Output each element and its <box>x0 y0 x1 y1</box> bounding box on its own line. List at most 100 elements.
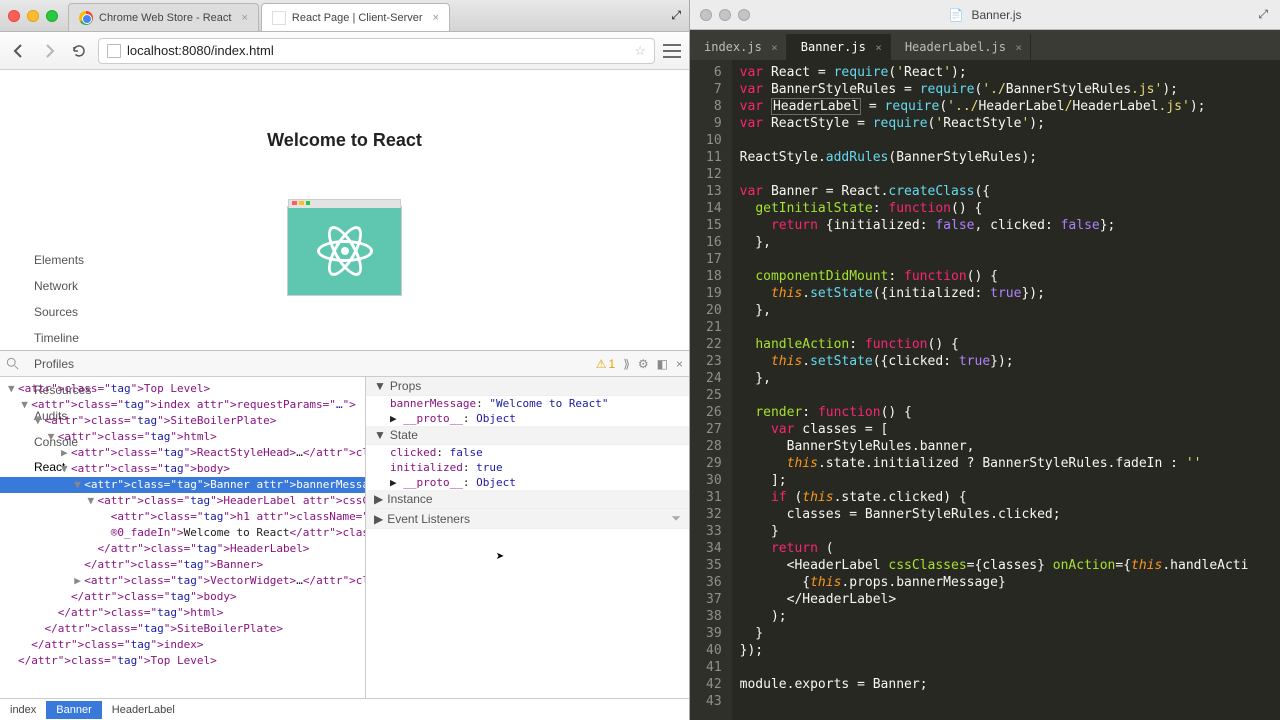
tree-node[interactable]: ▼ <attr">class="tag">index attr">request… <box>0 397 365 413</box>
property-row[interactable]: ▶ __proto__: Object <box>366 411 689 426</box>
editor-tab[interactable]: Banner.js× <box>787 34 891 60</box>
breadcrumb-item[interactable]: Banner <box>46 701 101 719</box>
property-row[interactable]: bannerMessage: "Welcome to React" <box>366 396 689 411</box>
tree-node[interactable]: ▼ <attr">class="tag">Banner attr">banner… <box>0 477 365 493</box>
tree-node[interactable]: </attr">class="tag">index> <box>0 637 365 653</box>
minimize-icon[interactable] <box>27 10 39 22</box>
property-row[interactable]: initialized: true <box>366 460 689 475</box>
dock-icon[interactable]: ◧ <box>657 357 668 371</box>
editor-tabs: index.js×Banner.js×HeaderLabel.js× <box>690 30 1280 60</box>
tree-node[interactable]: </attr">class="tag">SiteBoilerPlate> <box>0 621 365 637</box>
url-input[interactable]: localhost:8080/index.html ☆ <box>98 38 655 64</box>
devtools-tab-profiles[interactable]: Profiles <box>26 351 99 377</box>
react-logo-widget[interactable] <box>287 206 402 296</box>
tree-node[interactable]: ▼ <attr">class="tag">body> <box>0 461 365 477</box>
code-area[interactable]: 6789101112131415161718192021222324252627… <box>690 60 1280 720</box>
editor-tab[interactable]: HeaderLabel.js× <box>891 34 1031 60</box>
devtools-tab-network[interactable]: Network <box>26 273 99 299</box>
filter-icon[interactable]: ⏷ <box>671 511 681 526</box>
tree-node[interactable]: </attr">class="tag">HeaderLabel> <box>0 541 365 557</box>
page-content: Welcome to React <box>0 70 689 350</box>
tree-node[interactable]: </attr">class="tag">Top Level> <box>0 653 365 669</box>
event-listeners-section-header[interactable]: ▶ Event Listeners ⏷ <box>366 509 689 529</box>
code-source[interactable]: var React = require('React');var BannerS… <box>732 60 1257 720</box>
chrome-menu-button[interactable] <box>663 42 681 60</box>
props-section-header[interactable]: ▼ Props <box>366 377 689 396</box>
fullscreen-icon[interactable]: ⤢ <box>1258 7 1268 22</box>
devtools-tab-elements[interactable]: Elements <box>26 247 99 273</box>
hamburger-icon <box>663 44 681 46</box>
browser-tabs: Chrome Web Store - React × React Page | … <box>68 1 452 31</box>
chevron-left-icon <box>11 43 27 59</box>
bookmark-star-icon[interactable]: ☆ <box>634 43 646 59</box>
warning-badge[interactable]: ⚠1 <box>596 357 615 371</box>
close-icon[interactable] <box>700 9 712 21</box>
page-icon <box>107 44 121 58</box>
tab-close-icon[interactable]: × <box>433 12 439 24</box>
chrome-window: Chrome Web Store - React × React Page | … <box>0 0 690 720</box>
minimize-icon[interactable] <box>719 9 731 21</box>
maximize-icon[interactable] <box>738 9 750 21</box>
breadcrumb-item[interactable]: HeaderLabel <box>102 701 185 719</box>
file-icon: 📄 <box>949 8 964 22</box>
tab-chrome-web-store[interactable]: Chrome Web Store - React × <box>68 3 259 31</box>
tree-node[interactable]: ▼ <attr">class="tag">html> <box>0 429 365 445</box>
reload-button[interactable] <box>68 40 90 62</box>
chevron-right-icon <box>41 43 57 59</box>
tree-node[interactable]: ▶ <attr">class="tag">VectorWidget>…</att… <box>0 573 365 589</box>
react-component-tree[interactable]: ▼ <attr">class="tag">Top Level> ▼ <attr"… <box>0 377 365 698</box>
tab-title: Chrome Web Store - React <box>99 12 231 24</box>
page-heading: Welcome to React <box>267 130 422 151</box>
close-devtools-icon[interactable]: × <box>676 357 683 371</box>
gear-icon[interactable]: ⚙ <box>638 357 649 371</box>
back-button[interactable] <box>8 40 30 62</box>
devtools-tabs: ElementsNetworkSourcesTimelineProfilesRe… <box>0 351 689 377</box>
devtools-sidebar: ▼ Props bannerMessage: "Welcome to React… <box>365 377 689 698</box>
address-bar: localhost:8080/index.html ☆ <box>0 32 689 70</box>
tree-node[interactable]: </attr">class="tag">Banner> <box>0 557 365 573</box>
tree-node[interactable]: ▼ <attr">class="tag">HeaderLabel attr">c… <box>0 493 365 509</box>
tab-close-icon[interactable]: × <box>875 41 882 54</box>
line-number-gutter: 6789101112131415161718192021222324252627… <box>690 60 732 720</box>
mouse-cursor-icon: ➤ <box>496 549 504 565</box>
tab-close-icon[interactable]: × <box>1015 41 1022 54</box>
property-row[interactable]: ▶ __proto__: Object <box>366 475 689 490</box>
forward-button <box>38 40 60 62</box>
inspect-icon[interactable] <box>6 357 20 371</box>
react-atom-icon <box>315 221 375 281</box>
tab-close-icon[interactable]: × <box>241 12 247 24</box>
tree-node[interactable]: </attr">class="tag">body> <box>0 589 365 605</box>
editor-tab[interactable]: index.js× <box>690 34 787 60</box>
property-row[interactable]: clicked: false <box>366 445 689 460</box>
fullscreen-icon[interactable]: ⤢ <box>671 8 681 23</box>
window-controls[interactable] <box>8 10 58 22</box>
chrome-favicon-icon <box>79 11 93 25</box>
tree-node[interactable]: ▶ <attr">class="tag">ReactStyleHead>…</a… <box>0 445 365 461</box>
devtools-tab-sources[interactable]: Sources <box>26 299 99 325</box>
code-editor-window: 📄 Banner.js ⤢ index.js×Banner.js×HeaderL… <box>690 0 1280 720</box>
devtools-body: ▼ <attr">class="tag">Top Level> ▼ <attr"… <box>0 377 689 698</box>
chrome-titlebar: Chrome Web Store - React × React Page | … <box>0 0 689 32</box>
instance-section-header[interactable]: ▶ Instance <box>366 490 689 509</box>
close-icon[interactable] <box>8 10 20 22</box>
tree-node[interactable]: ▼ <attr">class="tag">Top Level> <box>0 381 365 397</box>
tree-node[interactable]: </attr">class="tag">html> <box>0 605 365 621</box>
maximize-icon[interactable] <box>46 10 58 22</box>
step-icon[interactable]: ⟫ <box>623 357 630 371</box>
devtools-tab-timeline[interactable]: Timeline <box>26 325 99 351</box>
tab-close-icon[interactable]: × <box>771 41 778 54</box>
breadcrumb-item[interactable]: index <box>0 701 46 719</box>
tab-title: React Page | Client-Server <box>292 12 423 24</box>
tree-node[interactable]: ®0_fadeIn">Welcome to React</attr">class… <box>0 525 365 541</box>
editor-title-text: Banner.js <box>971 8 1021 22</box>
tree-node[interactable]: <attr">class="tag">h1 attr">className="®… <box>0 509 365 525</box>
page-favicon-icon <box>272 11 286 25</box>
devtools-panel: ElementsNetworkSourcesTimelineProfilesRe… <box>0 350 689 720</box>
reload-icon <box>71 43 87 59</box>
tab-react-page[interactable]: React Page | Client-Server × <box>261 3 450 31</box>
editor-titlebar: 📄 Banner.js ⤢ <box>690 0 1280 30</box>
tree-node[interactable]: ▼ <attr">class="tag">SiteBoilerPlate> <box>0 413 365 429</box>
editor-window-controls[interactable] <box>700 9 750 21</box>
devtools-breadcrumb[interactable]: indexBannerHeaderLabel <box>0 698 689 720</box>
state-section-header[interactable]: ▼ State <box>366 426 689 445</box>
